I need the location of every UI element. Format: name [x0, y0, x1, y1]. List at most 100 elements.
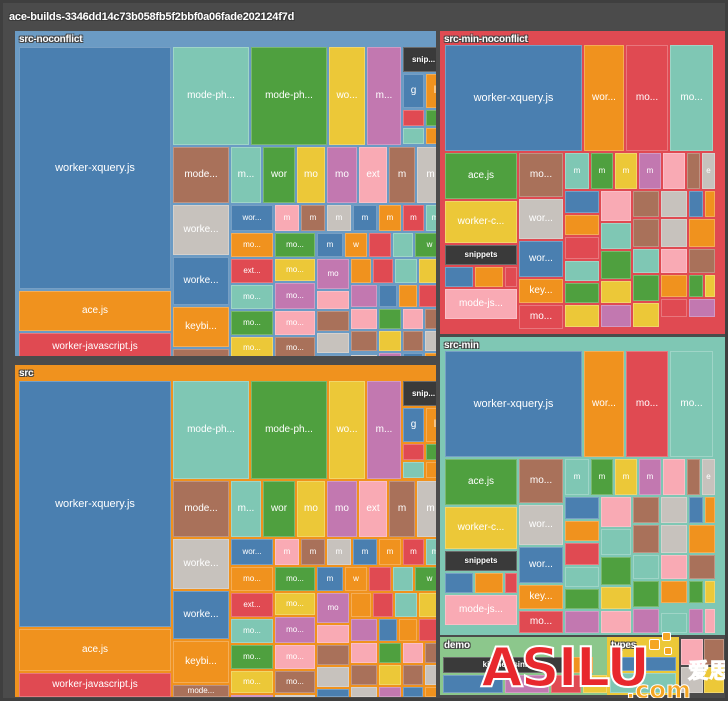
treemap-cell-mo-[interactable]: mo... — [275, 233, 315, 257]
treemap-cell[interactable] — [661, 219, 687, 247]
treemap-cell-mode-[interactable]: mode... — [173, 349, 229, 356]
treemap-cell[interactable] — [445, 267, 473, 287]
treemap-cell[interactable] — [689, 299, 715, 317]
treemap-cell[interactable] — [689, 609, 703, 633]
treemap-cell-m[interactable]: m — [275, 205, 299, 231]
treemap-cell[interactable] — [369, 233, 391, 257]
treemap-cell-m[interactable]: m — [301, 205, 325, 231]
treemap-cell-wor-[interactable]: wor... — [584, 351, 624, 457]
treemap-cell-mo-[interactable]: mo... — [519, 153, 563, 197]
treemap-cell[interactable] — [425, 353, 436, 356]
treemap-group-src-min-noconflict[interactable]: src-min-noconflict worker-xquery.js wor...… — [440, 31, 725, 334]
treemap-cell[interactable] — [565, 191, 599, 213]
treemap-cell[interactable] — [351, 355, 377, 356]
treemap-cell-m[interactable]: m — [417, 147, 436, 203]
treemap-cell[interactable] — [565, 237, 599, 259]
treemap-cell[interactable] — [689, 581, 703, 603]
treemap-cell[interactable] — [379, 285, 397, 307]
treemap-cell[interactable] — [419, 619, 436, 641]
treemap-cell-mode-[interactable]: mode... — [173, 685, 229, 697]
treemap-cell-mo-[interactable]: mo... — [231, 567, 273, 591]
treemap-group-src[interactable]: src worker-xquery.js mode-ph... mode-ph... w… — [15, 365, 436, 697]
treemap-cell[interactable] — [583, 675, 607, 693]
treemap-cell-m[interactable]: m — [591, 459, 613, 495]
treemap-cell[interactable] — [475, 267, 503, 287]
treemap-cell[interactable] — [704, 639, 724, 665]
treemap-cell[interactable] — [687, 459, 700, 495]
treemap-cell[interactable] — [403, 331, 423, 351]
treemap-cell[interactable] — [661, 525, 687, 553]
treemap-cell[interactable] — [403, 309, 423, 329]
treemap-cell-mo-[interactable]: mo... — [231, 645, 273, 669]
treemap-cell[interactable] — [633, 219, 659, 247]
treemap-cell[interactable] — [661, 299, 687, 317]
treemap-cell[interactable] — [419, 593, 436, 617]
treemap-cell-m[interactable]: m — [639, 459, 661, 495]
treemap-cell[interactable] — [661, 581, 687, 603]
treemap-cell-m[interactable]: m — [615, 153, 637, 189]
treemap-cell[interactable] — [403, 462, 424, 478]
treemap-cell[interactable] — [317, 645, 349, 665]
treemap-cell[interactable] — [373, 259, 393, 283]
treemap-cell[interactable] — [661, 249, 687, 273]
treemap-cell-wor[interactable]: wor — [263, 147, 295, 203]
treemap-cell-mo-[interactable]: mo... — [275, 671, 315, 693]
treemap-cell[interactable] — [351, 593, 371, 617]
treemap-cell-m[interactable]: m — [403, 539, 424, 565]
treemap-cell-worker-xquery-js[interactable]: worker-xquery.js — [445, 45, 582, 151]
treemap-cell[interactable] — [601, 497, 631, 527]
treemap-cell-l[interactable]: l — [426, 408, 436, 442]
treemap-cell[interactable] — [565, 567, 599, 587]
treemap-cell[interactable] — [425, 665, 436, 685]
treemap-cell[interactable] — [633, 609, 659, 633]
treemap-cell[interactable] — [426, 444, 436, 460]
treemap-cell-m-[interactable]: m... — [367, 47, 401, 145]
treemap-cell-m[interactable]: m — [275, 539, 299, 565]
treemap-cell[interactable] — [426, 110, 436, 126]
treemap-cell-ace-js[interactable]: ace.js — [445, 153, 517, 199]
treemap-cell[interactable] — [705, 191, 715, 217]
treemap-cell-mode-[interactable]: mode... — [173, 481, 229, 537]
treemap-cell-snip-[interactable]: snip... — [403, 47, 436, 72]
treemap-cell-w[interactable]: w — [345, 567, 367, 591]
treemap-cell-m[interactable]: m — [379, 205, 401, 231]
treemap-cell[interactable] — [601, 281, 631, 303]
treemap-cell-keybi-[interactable]: keybi... — [173, 307, 229, 347]
treemap-cell-worke-[interactable]: worke... — [173, 539, 229, 589]
treemap-cell-keybi-[interactable]: keybi... — [173, 641, 229, 683]
treemap-cell[interactable] — [565, 305, 599, 327]
treemap-cell-wor-[interactable]: wor... — [519, 241, 563, 277]
treemap-cell-mo[interactable]: mo — [297, 147, 325, 203]
treemap-cell[interactable] — [505, 267, 517, 287]
treemap-group-src-min[interactable]: src-min worker-xquery.js wor... mo... mo... a… — [440, 337, 725, 635]
treemap-cell-mo-[interactable]: mo... — [231, 285, 273, 309]
treemap-cell-mo[interactable]: mo — [297, 481, 325, 537]
treemap-cell-mo-[interactable]: mo... — [275, 283, 315, 309]
treemap-cell-mo-[interactable]: mo... — [231, 619, 273, 643]
treemap-cell-mo-[interactable]: mo... — [519, 305, 563, 329]
treemap-cell[interactable] — [379, 665, 401, 685]
treemap-cell-worker-c-[interactable]: worker-c... — [445, 507, 517, 549]
treemap-cell[interactable] — [687, 153, 700, 189]
treemap-cell[interactable] — [633, 581, 659, 607]
treemap-cell-mode-js-[interactable]: mode-js... — [445, 289, 517, 319]
treemap-cell-wor-[interactable]: wor... — [519, 199, 563, 239]
treemap-cell-m[interactable]: m — [353, 205, 377, 231]
treemap-cell-m[interactable]: m — [565, 153, 589, 189]
treemap-cell[interactable] — [565, 543, 599, 565]
treemap-cell-ace-js[interactable]: ace.js — [445, 459, 517, 505]
treemap-cell[interactable] — [565, 589, 599, 609]
treemap-cell[interactable] — [565, 283, 599, 303]
treemap-cell[interactable] — [403, 643, 423, 663]
treemap-cell[interactable] — [379, 331, 401, 351]
treemap-cell[interactable] — [425, 309, 436, 329]
treemap-cell[interactable] — [565, 611, 599, 633]
treemap-cell[interactable] — [661, 555, 687, 579]
treemap-cell-ext[interactable]: ext — [359, 147, 387, 203]
treemap-cell[interactable] — [505, 675, 549, 693]
treemap-cell[interactable] — [395, 593, 417, 617]
treemap-cell-mo[interactable]: mo — [327, 481, 357, 537]
treemap-cell-worker-xquery-js[interactable]: worker-xquery.js — [19, 381, 171, 627]
treemap-cell[interactable] — [601, 529, 631, 555]
treemap-cell[interactable] — [565, 261, 599, 281]
